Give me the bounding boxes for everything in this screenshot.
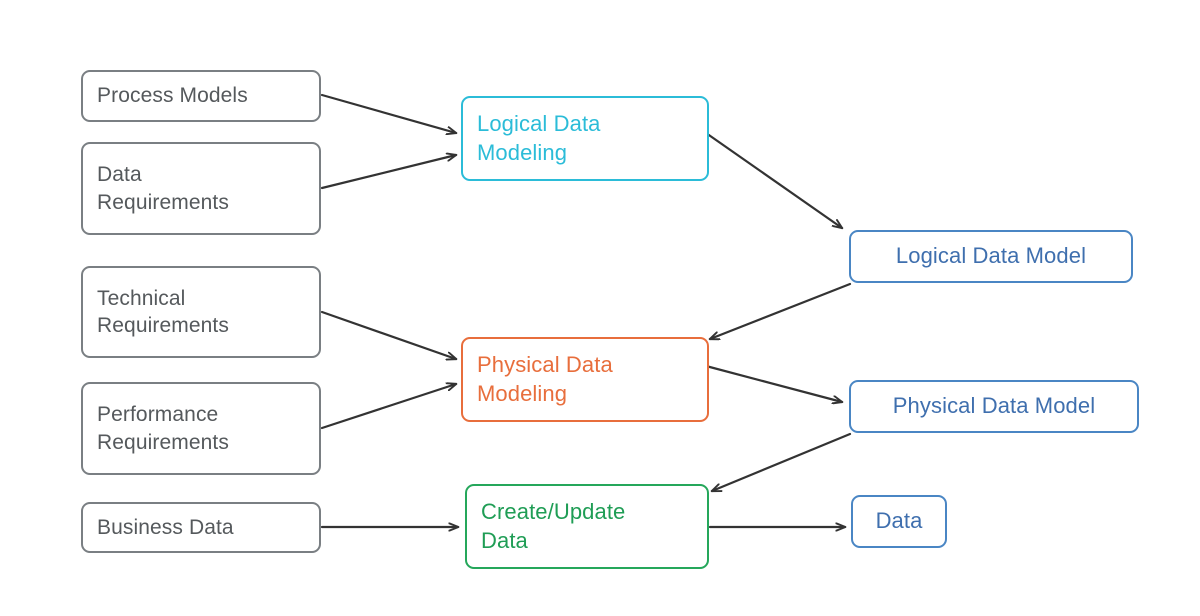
- node-data[interactable]: Data: [851, 495, 947, 548]
- node-process-models[interactable]: Process Models: [81, 70, 321, 122]
- edge-logical-data-model-to-physical-data-modeling: [710, 282, 852, 339]
- node-physical-data-model[interactable]: Physical Data Model: [849, 380, 1139, 433]
- node-business-data[interactable]: Business Data: [81, 502, 321, 553]
- edge-physical-data-model-to-create-update-data: [712, 432, 852, 491]
- edge-physical-data-modeling-to-physical-data-model: [704, 364, 842, 402]
- edge-technical-requirements-to-physical-data-modeling: [320, 310, 456, 359]
- node-performance-requirements[interactable]: Performance Requirements: [81, 382, 321, 475]
- edge-logical-data-modeling-to-logical-data-model: [704, 131, 842, 228]
- node-label-business-data: Business Data: [97, 515, 234, 539]
- node-logical-data-model[interactable]: Logical Data Model: [849, 230, 1133, 283]
- edge-process-models-to-logical-data-modeling: [320, 93, 456, 133]
- node-label-physical-data-modeling: Physical Data Modeling: [477, 351, 613, 406]
- edge-performance-requirements-to-physical-data-modeling: [320, 384, 456, 430]
- node-technical-requirements[interactable]: Technical Requirements: [81, 266, 321, 358]
- node-label-physical-data-model: Physical Data Model: [892, 393, 1096, 419]
- node-physical-data-modeling[interactable]: Physical Data Modeling: [461, 337, 709, 422]
- node-label-logical-data-modeling: Logical Data Modeling: [477, 110, 601, 165]
- node-create-update-data[interactable]: Create/Update Data: [465, 484, 709, 569]
- node-label-performance-requirements: Performance Requirements: [97, 403, 229, 454]
- node-data-requirements[interactable]: Data Requirements: [81, 142, 321, 235]
- node-label-data: Data: [875, 508, 923, 534]
- node-label-data-requirements: Data Requirements: [97, 163, 229, 214]
- node-label-process-models: Process Models: [97, 84, 248, 108]
- node-label-create-update-data: Create/Update Data: [481, 498, 626, 553]
- diagram-canvas: Process Models Data Requirements Technical…: [0, 0, 1200, 616]
- edge-data-requirements-to-logical-data-modeling: [320, 155, 456, 190]
- node-logical-data-modeling[interactable]: Logical Data Modeling: [461, 96, 709, 181]
- node-label-technical-requirements: Technical Requirements: [97, 286, 229, 337]
- node-label-logical-data-model: Logical Data Model: [895, 243, 1087, 269]
